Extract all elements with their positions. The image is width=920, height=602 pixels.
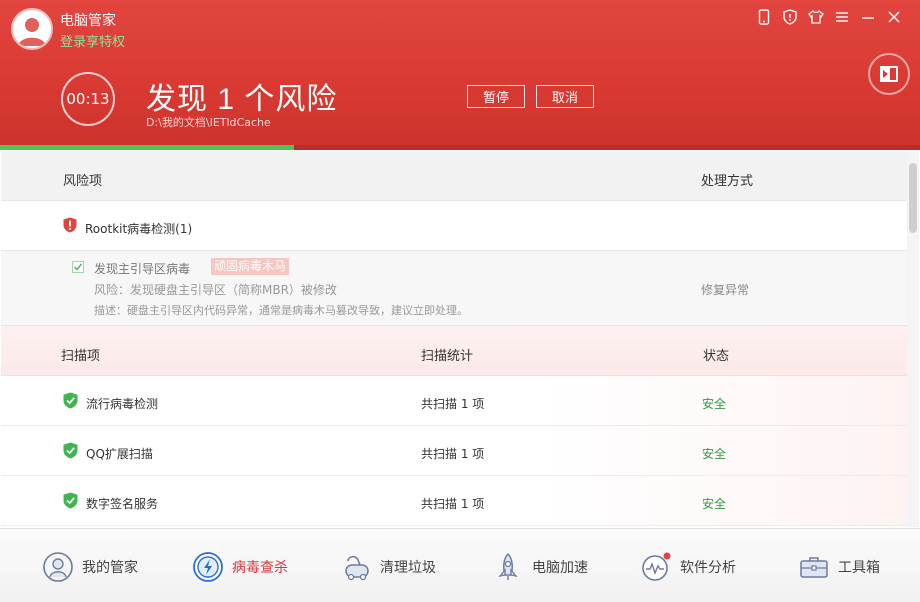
scan-progress-fill: [0, 145, 295, 150]
nav-label: 软件分析: [680, 560, 736, 576]
software-analysis-icon: [642, 552, 671, 581]
header: 电脑管家 登录享特权 00:13 发现 1 个风险 D:\我的文档\IETldC…: [0, 0, 920, 146]
risk-table-header: 风险项 处理方式: [1, 151, 907, 201]
vacuum-icon: [345, 555, 369, 581]
nav-label: 清理垃圾: [380, 560, 436, 576]
menu-icon[interactable]: [834, 8, 850, 26]
risk-name: 发现主引导区病毒: [94, 262, 191, 276]
bottom-nav: 我的管家 病毒查杀 清理垃圾 电脑加速 软件分析 工具箱: [0, 528, 920, 602]
risk-checkbox[interactable]: [72, 261, 84, 273]
scan-item-name: QQ扩展扫描: [86, 447, 153, 461]
nav-virus-scan[interactable]: 病毒查杀: [192, 549, 288, 585]
scan-col-item: 扫描项: [61, 349, 101, 364]
virus-scan-icon: [193, 552, 223, 582]
scan-col-status: 状态: [703, 349, 730, 364]
scan-item-row: 流行病毒检测 共扫描 1 项 安全: [1, 376, 907, 426]
current-scan-path: D:\我的文档\IETldCache: [146, 116, 271, 129]
scan-col-stats: 扫描统计: [421, 349, 474, 364]
nav-speed-up[interactable]: 电脑加速: [492, 549, 588, 585]
scan-progress-bar: [0, 145, 920, 150]
pause-button[interactable]: 暂停: [467, 85, 525, 108]
scan-item-stats: 共扫描 1 项: [421, 397, 485, 411]
risk-group-row[interactable]: Rootkit病毒检测(1): [1, 201, 907, 251]
avatar[interactable]: [11, 8, 53, 50]
nav-software-analysis[interactable]: 软件分析: [640, 549, 736, 585]
risk-detail-description: 描述：硬盘主引导区内代码异常，通常是病毒木马篡改导致，建议立即处理。: [94, 304, 468, 317]
scan-item-name: 流行病毒检测: [86, 397, 159, 411]
side-panel-button[interactable]: [868, 53, 910, 95]
login-link[interactable]: 登录享特权: [60, 31, 125, 50]
scan-timer: 00:13: [61, 72, 115, 126]
rocket-icon: [498, 552, 518, 580]
toolbox-icon: [800, 557, 828, 578]
fix-anomaly-link[interactable]: 修复异常: [701, 281, 749, 298]
scan-item-row: 数字签名服务 共扫描 1 项 安全: [1, 476, 907, 526]
risk-group-label: Rootkit病毒检测(1): [85, 222, 193, 236]
risk-col-item: 风险项: [63, 174, 103, 189]
cancel-button[interactable]: 取消: [536, 85, 594, 108]
app-title: 电脑管家: [60, 13, 116, 29]
scan-item-status: 安全: [702, 497, 727, 511]
butler-icon: [43, 552, 73, 582]
user-avatar-icon: [13, 10, 51, 48]
scan-table-header: 扫描项 扫描统计 状态: [1, 326, 907, 376]
exit-panel-icon: [880, 66, 898, 82]
green-shield-check-icon: [63, 392, 78, 412]
close-icon[interactable]: [886, 8, 902, 26]
risk-tag-badge: 顽固病毒木马: [211, 258, 290, 275]
window-controls: [756, 8, 902, 26]
scan-item-status: 安全: [702, 397, 727, 411]
content-scrollbar[interactable]: [907, 151, 919, 527]
nav-label: 工具箱: [838, 560, 880, 576]
green-shield-check-icon: [63, 442, 78, 462]
risk-detail-row: 发现主引导区病毒 顽固病毒木马 风险：发现硬盘主引导区（简称MBR）被修改 描述…: [1, 251, 907, 326]
scan-item-stats: 共扫描 1 项: [421, 447, 485, 461]
risk-col-action: 处理方式: [701, 174, 754, 189]
nav-label: 电脑加速: [532, 560, 588, 576]
scrollbar-thumb[interactable]: [909, 163, 917, 233]
nav-label: 我的管家: [82, 560, 138, 576]
scan-item-name: 数字签名服务: [86, 497, 159, 511]
nav-label: 病毒查杀: [232, 560, 288, 576]
green-shield-check-icon: [63, 492, 78, 512]
minimize-icon[interactable]: [860, 8, 876, 26]
shield-icon[interactable]: [782, 8, 798, 26]
scan-headline: 发现 1 个风险: [146, 83, 338, 116]
phone-icon[interactable]: [756, 8, 772, 26]
shirt-icon[interactable]: [808, 8, 824, 26]
red-shield-warning-icon: [63, 217, 77, 236]
scan-item-row: QQ扩展扫描 共扫描 1 项 安全: [1, 426, 907, 476]
scan-item-stats: 共扫描 1 项: [421, 497, 485, 511]
checkmark-icon: [73, 263, 83, 271]
nav-clean-junk[interactable]: 清理垃圾: [340, 549, 436, 585]
scan-item-status: 安全: [702, 447, 727, 461]
risk-description-line: 风险：发现硬盘主引导区（简称MBR）被修改: [94, 283, 337, 297]
nav-toolbox[interactable]: 工具箱: [798, 549, 880, 585]
nav-my-butler[interactable]: 我的管家: [42, 549, 138, 585]
scan-results-panel: 风险项 处理方式 Rootkit病毒检测(1) 发现主引导区病毒 顽固病毒木马 …: [1, 151, 907, 527]
